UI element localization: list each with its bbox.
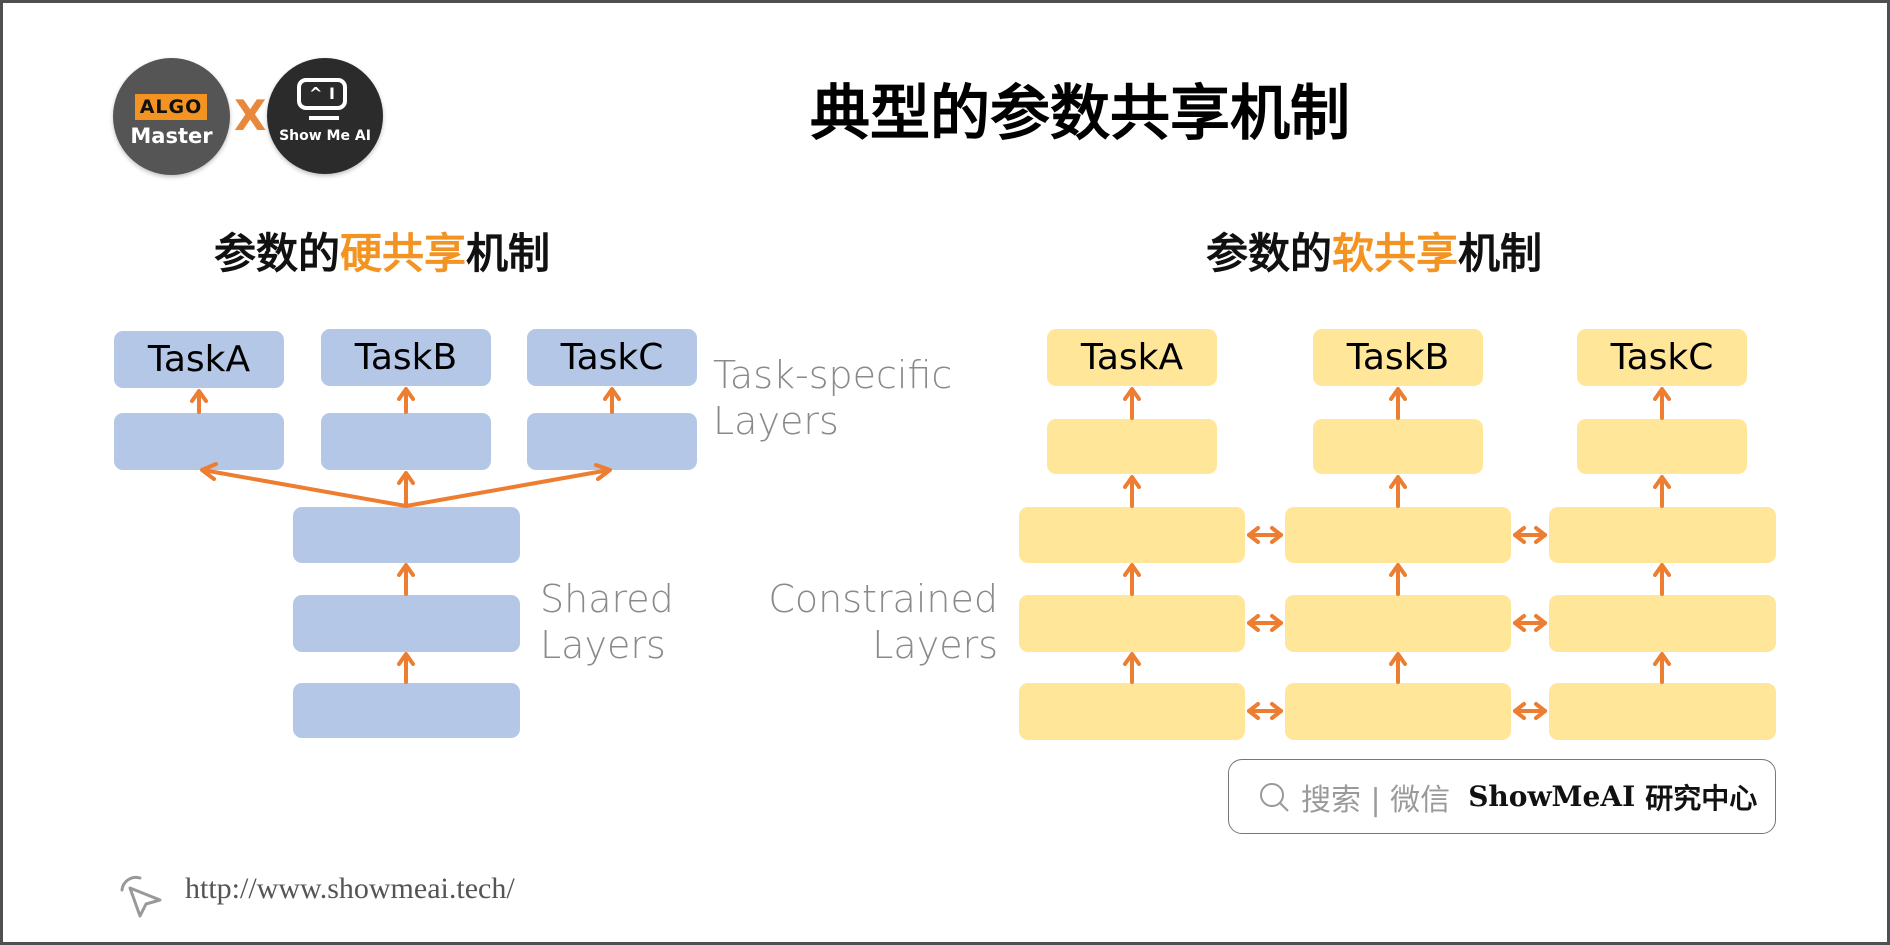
label-line: Layers (540, 623, 666, 667)
subtitle-suffix: 机制 (1458, 229, 1543, 278)
label-line: Layers (872, 623, 998, 667)
collab-x-icon: X (234, 91, 267, 140)
soft-task-specific-layer-b (1313, 419, 1483, 474)
soft-sharing-subtitle: 参数的软共享机制 (1206, 228, 1542, 280)
hard-sharing-subtitle: 参数的硬共享机制 (214, 228, 550, 280)
hard-task-specific-layer-a (114, 413, 284, 470)
label-line: Constrained (768, 577, 998, 621)
soft-constrained-layer-c3 (1549, 683, 1776, 740)
cursor-click-icon (120, 875, 162, 918)
soft-task-box-b: TaskB (1313, 329, 1483, 386)
monitor-bar: I (329, 84, 335, 103)
soft-constrained-layer-c1 (1549, 507, 1776, 563)
shared-layers-label: Shared Layers (540, 576, 674, 668)
monitor-icon: ^ I (297, 78, 347, 110)
hard-shared-layer-3 (293, 683, 520, 738)
wechat-search-box: 搜索 | 微信 ShowMeAI 研究中心 (1228, 759, 1776, 834)
showmeai-logo-text: Show Me AI (279, 128, 371, 144)
website-link[interactable]: http://www.showmeai.tech/ (185, 872, 515, 906)
hard-task-specific-layer-c (527, 413, 697, 470)
task-specific-label: Task-specific Layers (713, 352, 952, 444)
soft-task-box-c: TaskC (1577, 329, 1747, 386)
subtitle-prefix: 参数的 (214, 229, 341, 278)
soft-constrained-layer-a1 (1019, 507, 1245, 563)
soft-constrained-layer-c2 (1549, 595, 1776, 652)
soft-constrained-layer-b3 (1285, 683, 1511, 740)
algomaster-logo: ALGO Master (113, 58, 230, 175)
soft-task-specific-layer-c (1577, 419, 1747, 474)
search-icon (1260, 782, 1289, 812)
search-hint: 搜索 | 微信 (1301, 782, 1451, 818)
label-line: Task-specific (713, 353, 953, 397)
soft-constrained-layer-a2 (1019, 595, 1245, 652)
monitor-stand (309, 116, 339, 120)
label-line: Shared (540, 577, 674, 621)
soft-constrained-layer-b2 (1285, 595, 1511, 652)
search-brand: ShowMeAI (1468, 780, 1636, 813)
subtitle-suffix: 机制 (466, 229, 551, 278)
hard-shared-layer-1 (293, 507, 520, 563)
page-title: 典型的参数共享机制 (810, 79, 1350, 149)
subtitle-highlight: 软共享 (1332, 229, 1459, 278)
hard-task-box-c: TaskC (527, 329, 697, 386)
hard-task-box-a: TaskA (114, 331, 284, 388)
search-brand-cn: 研究中心 (1645, 781, 1758, 815)
hard-task-specific-layer-b (321, 413, 491, 470)
algo-tag: ALGO (135, 94, 207, 120)
subtitle-highlight: 硬共享 (340, 229, 467, 278)
soft-task-box-a: TaskA (1047, 329, 1217, 386)
hard-shared-layer-2 (293, 595, 520, 652)
algo-master-text: Master (130, 124, 213, 148)
hard-task-box-b: TaskB (321, 329, 491, 386)
constrained-layers-label: Constrained Layers (760, 576, 998, 668)
label-line: Layers (713, 399, 839, 443)
soft-constrained-layer-a3 (1019, 683, 1245, 740)
showmeai-logo: ^ I Show Me AI (267, 58, 383, 174)
subtitle-prefix: 参数的 (1206, 229, 1333, 278)
monitor-caret: ^ (309, 84, 323, 103)
soft-constrained-layer-b1 (1285, 507, 1511, 563)
soft-task-specific-layer-a (1047, 419, 1217, 474)
